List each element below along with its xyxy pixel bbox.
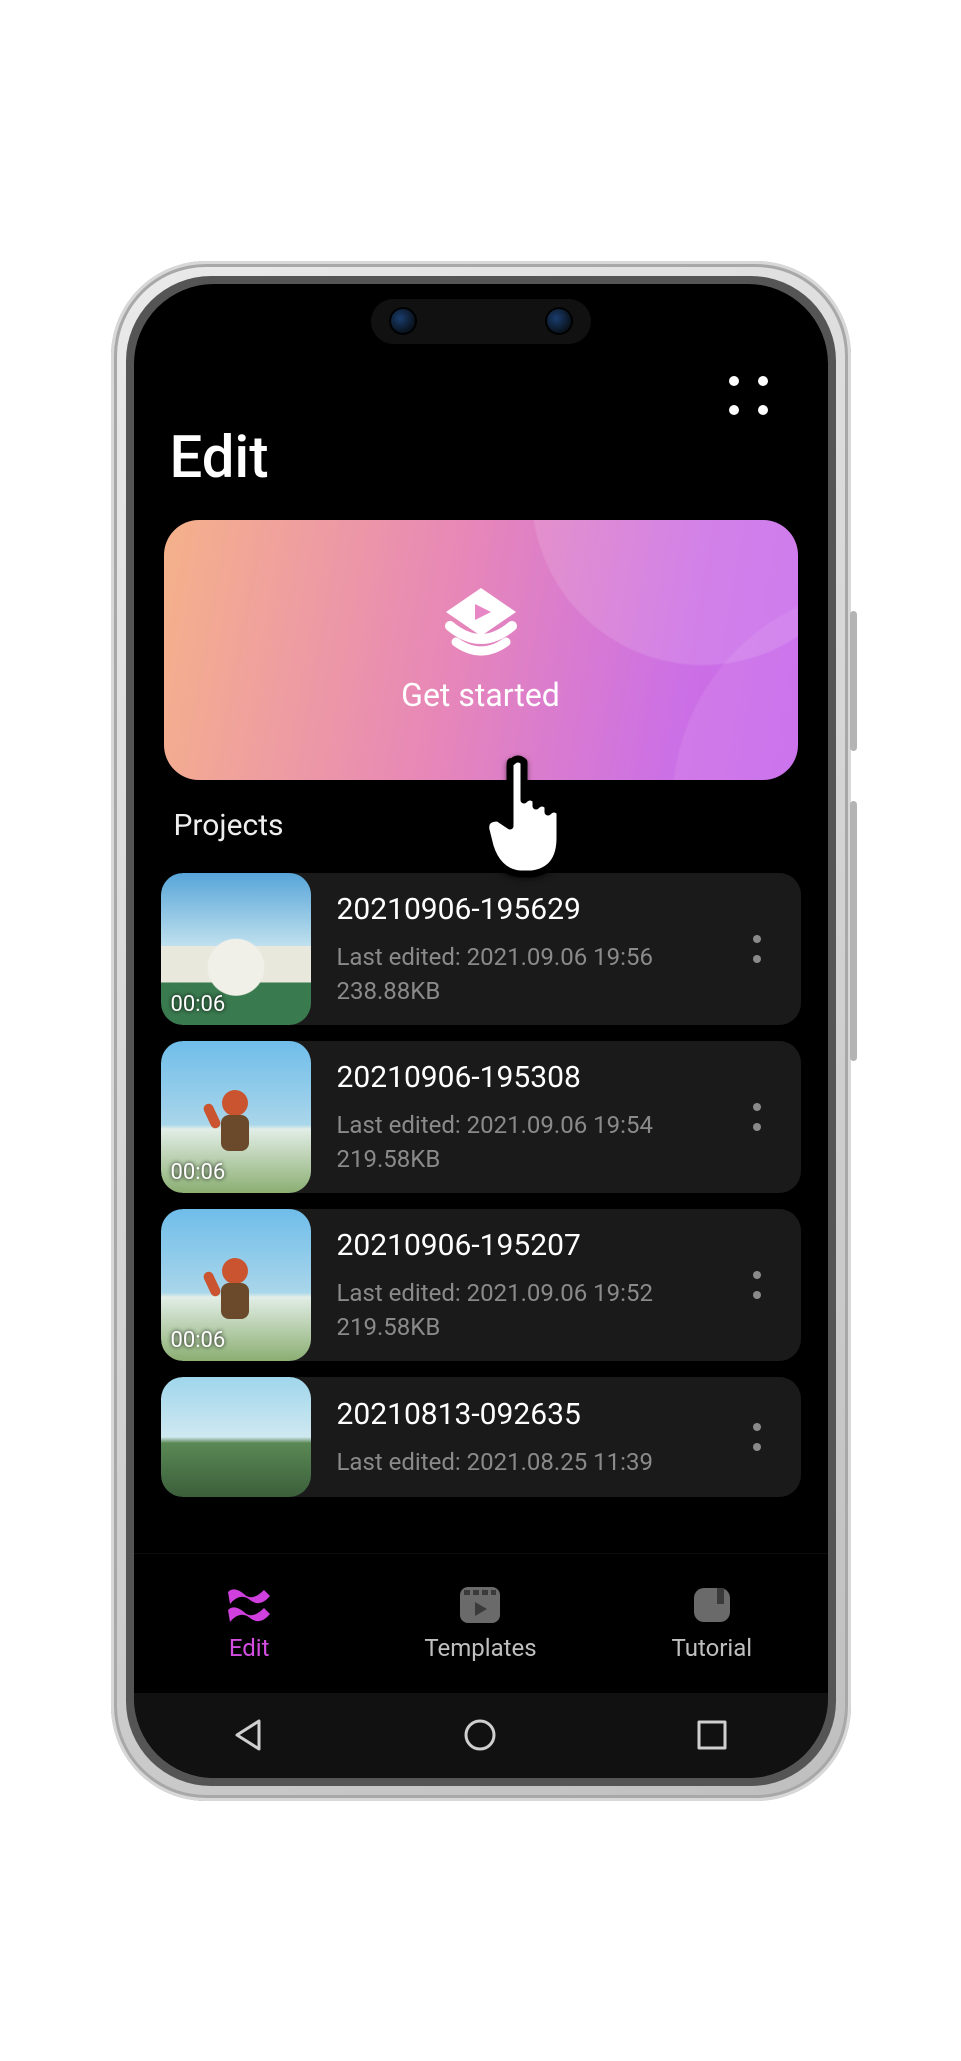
- project-more-button[interactable]: [741, 1271, 801, 1299]
- android-nav-bar: [134, 1693, 828, 1778]
- tab-label: Edit: [229, 1634, 270, 1662]
- get-started-label: Get started: [401, 676, 560, 714]
- project-size: 238.88KB: [337, 977, 741, 1005]
- nav-recents-button[interactable]: [652, 1705, 772, 1765]
- camera-notch: [371, 299, 591, 344]
- edit-tab-icon: [224, 1584, 274, 1626]
- front-camera-right: [545, 307, 573, 335]
- phone-frame: Edit Get started Projects: [111, 261, 851, 1801]
- project-duration: 00:06: [171, 1160, 226, 1185]
- project-item[interactable]: 20210813-092635 Last edited: 2021.08.25 …: [161, 1377, 801, 1497]
- nav-home-button[interactable]: [420, 1705, 540, 1765]
- project-more-button[interactable]: [741, 935, 801, 963]
- phone-bezel: Edit Get started Projects: [126, 276, 836, 1786]
- templates-tab-icon: [457, 1584, 503, 1626]
- page-title: Edit: [134, 424, 828, 520]
- project-edited: Last edited: 2021.08.25 11:39: [337, 1448, 741, 1476]
- projects-list[interactable]: 00:06 20210906-195629 Last edited: 2021.…: [134, 857, 828, 1553]
- project-edited: Last edited: 2021.09.06 19:52: [337, 1279, 741, 1307]
- triangle-back-icon: [231, 1717, 267, 1753]
- project-name: 20210906-195207: [337, 1228, 741, 1263]
- project-item[interactable]: 00:06 20210906-195629 Last edited: 2021.…: [161, 873, 801, 1025]
- screen: Edit Get started Projects: [134, 284, 828, 1778]
- get-started-card[interactable]: Get started: [164, 520, 798, 780]
- circle-home-icon: [462, 1717, 498, 1753]
- nav-back-button[interactable]: [189, 1705, 309, 1765]
- square-recents-icon: [695, 1718, 729, 1752]
- project-thumbnail: 00:06: [161, 873, 311, 1025]
- tab-templates[interactable]: Templates: [365, 1554, 596, 1693]
- person-silhouette-icon: [195, 1085, 275, 1165]
- project-duration: 00:06: [171, 992, 226, 1017]
- person-silhouette-icon: [195, 1253, 275, 1333]
- tab-label: Templates: [424, 1634, 536, 1662]
- project-more-button[interactable]: [741, 1423, 801, 1451]
- layers-play-icon: [438, 586, 524, 662]
- more-menu-button[interactable]: [725, 372, 773, 420]
- project-name: 20210906-195308: [337, 1060, 741, 1095]
- project-edited: Last edited: 2021.09.06 19:56: [337, 943, 741, 971]
- project-thumbnail: 00:06: [161, 1041, 311, 1193]
- project-name: 20210813-092635: [337, 1397, 741, 1432]
- bottom-tab-bar: Edit Templates: [134, 1553, 828, 1693]
- tutorial-tab-icon: [690, 1584, 734, 1626]
- tab-tutorial[interactable]: Tutorial: [596, 1554, 827, 1693]
- tab-label: Tutorial: [672, 1634, 753, 1662]
- project-size: 219.58KB: [337, 1313, 741, 1341]
- project-duration: 00:06: [171, 1328, 226, 1353]
- project-item[interactable]: 00:06 20210906-195207 Last edited: 2021.…: [161, 1209, 801, 1361]
- project-more-button[interactable]: [741, 1103, 801, 1131]
- front-camera-left: [389, 307, 417, 335]
- project-thumbnail: 00:06: [161, 1209, 311, 1361]
- tap-cursor-icon: [474, 752, 584, 882]
- tab-edit[interactable]: Edit: [134, 1554, 365, 1693]
- project-name: 20210906-195629: [337, 892, 741, 927]
- project-edited: Last edited: 2021.09.06 19:54: [337, 1111, 741, 1139]
- project-thumbnail: [161, 1377, 311, 1497]
- project-size: 219.58KB: [337, 1145, 741, 1173]
- project-item[interactable]: 00:06 20210906-195308 Last edited: 2021.…: [161, 1041, 801, 1193]
